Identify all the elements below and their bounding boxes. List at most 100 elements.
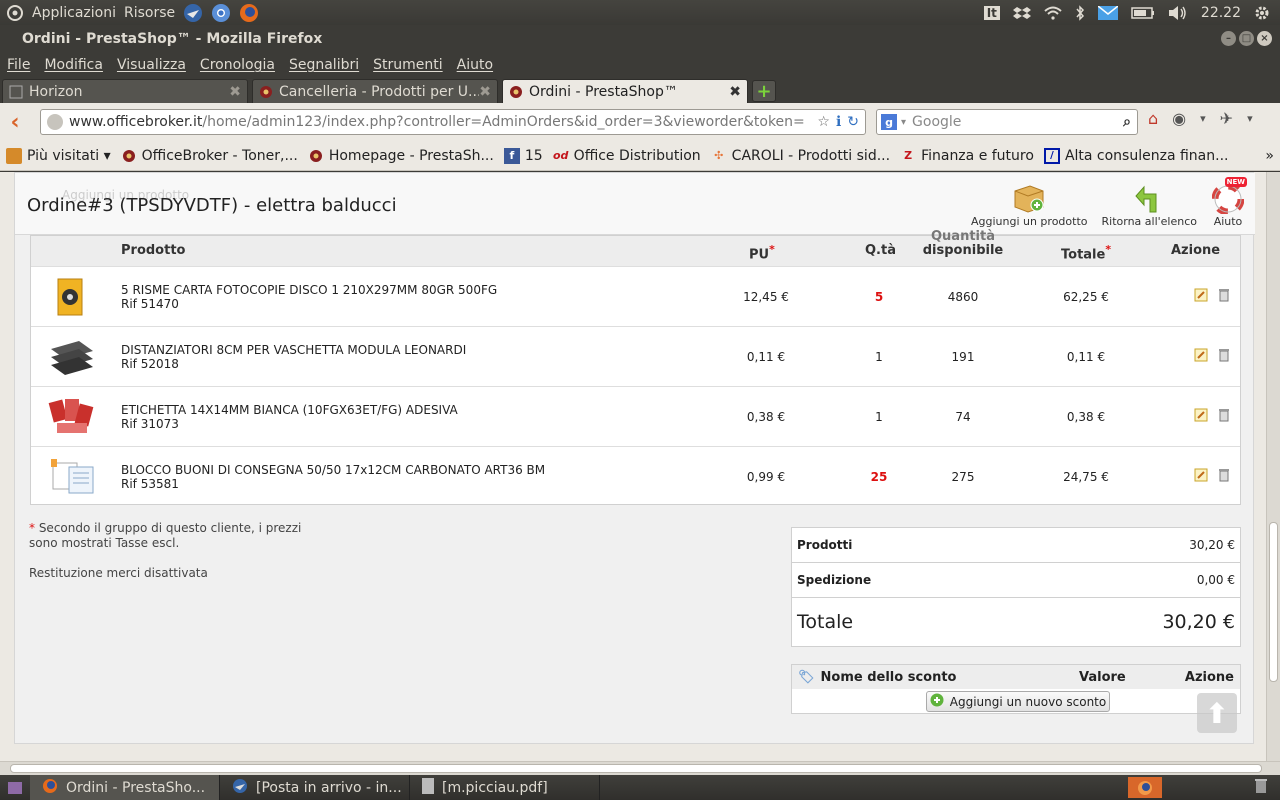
bookmark-officebroker[interactable]: OfficeBroker - Toner,... — [121, 148, 298, 164]
bookmark-alta-consulenza[interactable]: / Alta consulenza finan... — [1043, 147, 1228, 164]
lifebuoy-help-icon: NEW — [1211, 177, 1247, 215]
close-tab-icon[interactable]: ✖ — [229, 84, 241, 100]
places-menu[interactable]: Risorse — [124, 5, 175, 21]
edit-pencil-icon[interactable] — [1194, 288, 1208, 305]
dropbox-icon[interactable] — [1012, 5, 1031, 21]
horizontal-scroll-thumb[interactable] — [10, 764, 1262, 773]
url-bar[interactable]: www.officebroker.it/home/admin123/index.… — [40, 109, 866, 135]
restore-window-icon[interactable]: □ — [1239, 31, 1254, 46]
edit-pencil-icon[interactable] — [1194, 408, 1208, 425]
google-engine-icon[interactable]: g — [881, 114, 897, 130]
extension-icon[interactable]: ✈ — [1220, 109, 1233, 128]
back-arrow-icon[interactable]: ‹ — [0, 110, 30, 135]
product-name[interactable]: ETICHETTA 14X14MM BIANCA (10FGX63ET/FG) … — [121, 403, 458, 417]
new-tab-button[interactable]: + — [752, 80, 776, 102]
back-to-list-button[interactable]: Ritorna all'elenco — [1102, 181, 1197, 228]
add-discount-button[interactable]: Aggiungi un nuovo sconto — [926, 691, 1110, 712]
table-row: 5 RISME CARTA FOTOCOPIE DISCO 1 210X297M… — [31, 266, 1240, 326]
bookmarks-overflow-icon[interactable]: » — [1265, 148, 1280, 164]
discount-box: 🏷 Nome dello sconto Valore Azione Aggiun… — [791, 664, 1241, 714]
delete-trash-icon[interactable] — [1218, 348, 1230, 365]
menu-visualizza[interactable]: Visualizza — [117, 57, 186, 73]
thunderbird-icon — [232, 778, 248, 798]
chromium-launcher-icon[interactable] — [211, 3, 231, 23]
search-input[interactable]: Google — [912, 114, 961, 130]
tab-cancelleria[interactable]: Cancelleria - Prodotti per U... ✖ — [252, 79, 498, 103]
products-subtotal-label: Prodotti — [797, 538, 853, 552]
workspace-switcher-firefox-icon[interactable] — [1128, 777, 1162, 798]
taskbar-item-firefox[interactable]: Ordini - PrestaSho... — [30, 775, 220, 800]
applications-menu[interactable]: Applicazioni — [32, 5, 116, 21]
minimize-window-icon[interactable]: – — [1221, 31, 1236, 46]
help-button[interactable]: NEW Aiuto — [1211, 177, 1247, 228]
close-tab-icon[interactable]: ✖ — [729, 84, 741, 100]
site-identity-icon[interactable] — [47, 114, 63, 130]
menu-modifica[interactable]: Modifica — [44, 57, 103, 73]
vertical-scroll-thumb[interactable] — [1269, 522, 1278, 682]
edit-pencil-icon[interactable] — [1194, 348, 1208, 365]
new-badge: NEW — [1224, 177, 1247, 187]
menu-file[interactable]: File — [7, 57, 30, 73]
delete-trash-icon[interactable] — [1218, 288, 1230, 305]
addon-dropdown-icon[interactable]: ▾ — [1200, 112, 1206, 125]
product-name[interactable]: BLOCCO BUONI DI CONSEGNA 50/50 17x12CM C… — [121, 463, 545, 477]
search-box[interactable]: g ▾ Google ⌕ — [876, 109, 1138, 135]
taskbar-item-label: [m.picciau.pdf] — [442, 779, 548, 796]
home-icon[interactable]: ⌂ — [1148, 109, 1158, 128]
db-icon: / — [1043, 147, 1060, 164]
menu-cronologia[interactable]: Cronologia — [200, 57, 275, 73]
show-desktop-icon[interactable] — [0, 775, 30, 800]
bookmark-finanza-futuro[interactable]: Z Finanza e futuro — [900, 148, 1034, 164]
menu-aiuto[interactable]: Aiuto — [457, 57, 493, 73]
bookmark-caroli[interactable]: ✣ CAROLI - Prodotti sid... — [711, 148, 890, 164]
page-info-icon[interactable]: ℹ — [836, 114, 841, 130]
wifi-icon[interactable] — [1044, 6, 1062, 20]
bookmark-most-visited[interactable]: Più visitati ▾ — [6, 147, 111, 164]
clock[interactable]: 22.22 — [1201, 5, 1241, 21]
extension-dropdown-icon[interactable]: ▾ — [1247, 112, 1253, 125]
addon-icon[interactable]: ◉ — [1172, 109, 1186, 128]
tab-ordini-prestashop[interactable]: Ordini - PrestaShop™ ✖ — [502, 79, 748, 103]
quantity: 25 — [870, 469, 888, 484]
product-ref: Rif 52018 — [121, 357, 179, 371]
search-magnifier-icon[interactable]: ⌕ — [1123, 114, 1137, 130]
bookmark-star-icon[interactable]: ☆ — [817, 114, 830, 130]
scroll-to-top-arrow-icon[interactable]: ⬆ — [1197, 693, 1237, 733]
mail-icon[interactable] — [1097, 5, 1118, 20]
close-window-icon[interactable]: × — [1257, 31, 1272, 46]
delete-trash-icon[interactable] — [1218, 408, 1230, 425]
column-available: Quantità disponibile — [922, 229, 1004, 258]
tab-label: Cancelleria - Prodotti per U... — [279, 83, 480, 100]
delete-trash-icon[interactable] — [1218, 468, 1230, 485]
keyboard-layout-indicator[interactable]: It — [983, 5, 1000, 20]
firefox-icon — [42, 778, 58, 798]
horizontal-scrollbar[interactable] — [0, 761, 1280, 775]
vertical-scrollbar[interactable] — [1266, 172, 1280, 761]
bookmark-facebook[interactable]: f 15 — [503, 147, 543, 164]
add-product-button[interactable]: Aggiungi un prodotto — [971, 181, 1088, 228]
session-gear-icon[interactable] — [1254, 5, 1270, 21]
trash-icon[interactable] — [1254, 778, 1274, 798]
menu-segnalibri[interactable]: Segnalibri — [289, 57, 359, 73]
close-tab-icon[interactable]: ✖ — [479, 84, 491, 100]
bluetooth-icon[interactable] — [1075, 4, 1085, 21]
product-name[interactable]: 5 RISME CARTA FOTOCOPIE DISCO 1 210X297M… — [121, 283, 497, 297]
ubuntu-logo-icon[interactable] — [6, 4, 24, 22]
edit-pencil-icon[interactable] — [1194, 468, 1208, 485]
tab-horizon[interactable]: Horizon ✖ — [2, 79, 248, 103]
volume-icon[interactable] — [1168, 5, 1188, 21]
menu-strumenti[interactable]: Strumenti — [373, 57, 443, 73]
taskbar-item-pdf[interactable]: [m.picciau.pdf] — [410, 775, 600, 800]
bookmark-office-distribution[interactable]: od Office Distribution — [553, 148, 701, 164]
firefox-launcher-icon[interactable] — [239, 3, 259, 23]
tax-note: Secondo il gruppo di questo cliente, i p… — [29, 521, 302, 550]
taskbar-item-thunderbird[interactable]: [Posta in arrivo - in... — [220, 775, 410, 800]
search-engine-dropdown-icon[interactable]: ▾ — [901, 117, 906, 128]
battery-icon[interactable] — [1131, 6, 1155, 20]
thunderbird-launcher-icon[interactable] — [183, 3, 203, 23]
page-content: Aggiungi un prodotto Ordine#3 (TPSDYVDTF… — [0, 172, 1266, 761]
bookmark-homepage-prestashop[interactable]: Homepage - PrestaSh... — [308, 148, 494, 164]
product-name[interactable]: DISTANZIATORI 8CM PER VASCHETTA MODULA L… — [121, 343, 466, 357]
table-row: BLOCCO BUONI DI CONSEGNA 50/50 17x12CM C… — [31, 446, 1240, 506]
reload-icon[interactable]: ↻ — [847, 114, 859, 130]
